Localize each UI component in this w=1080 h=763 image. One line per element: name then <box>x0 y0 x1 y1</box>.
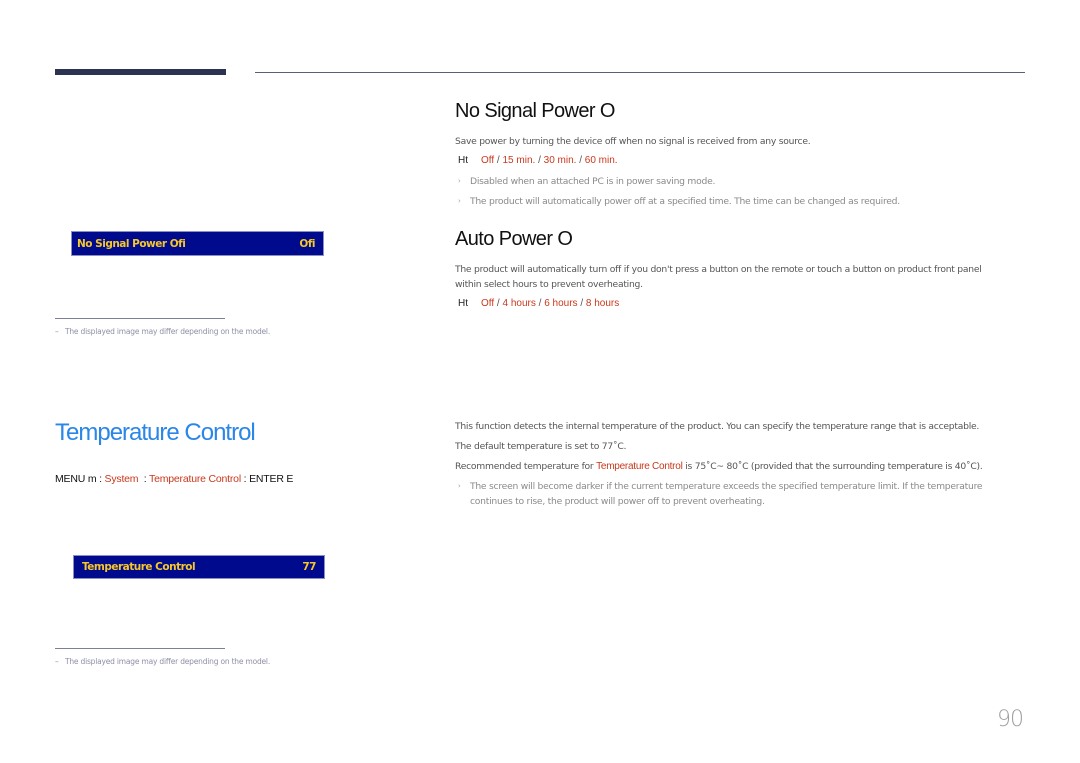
auto-power-description-1: The product will automatically turn off … <box>455 264 982 275</box>
no-signal-note-1: › Disabled when an attached PC is in powe… <box>458 176 716 187</box>
no-signal-note-2: › The product will automatically power of… <box>458 196 900 207</box>
note-bullet-icon: › <box>458 482 461 490</box>
option-off: Off <box>481 298 495 309</box>
menu-temperature-control: Temperature Control <box>149 473 241 485</box>
temperature-para-2: The default temperature is set to 77˚C. <box>455 441 627 452</box>
menu-key: MENU m <box>55 473 97 485</box>
temperature-control-highlight: Temperature Control <box>596 461 683 472</box>
osd-value: Ofi <box>299 237 315 250</box>
osd-no-signal-power-off: No Signal Power Ofi Ofi <box>71 231 324 256</box>
auto-power-description-2: within select hours to prevent overheati… <box>455 279 643 290</box>
menu-path: MENU m : System : Temperature Control : … <box>55 473 294 485</box>
dash-icon: – <box>55 327 59 336</box>
note-bullet-icon: › <box>458 197 461 205</box>
option-8-hours: 8 hours <box>585 298 620 309</box>
header-rule <box>255 72 1025 73</box>
option-15min: 15 min. <box>502 155 536 166</box>
temperature-note-1: › The screen will become darker if the cu… <box>458 481 983 492</box>
menu-enter: ENTER E <box>249 473 294 485</box>
option-6-hours: 6 hours <box>544 298 578 309</box>
temperature-para-3: Recommended temperature for Temperature … <box>455 461 983 472</box>
no-signal-description: Save power by turning the device off whe… <box>455 136 811 147</box>
dash-icon: – <box>55 657 59 666</box>
osd-label: No Signal Power Ofi <box>77 237 186 250</box>
no-signal-options: Ht Off / 15 min. / 30 min. / 60 min. <box>458 155 618 166</box>
no-signal-title: No Signal Power O <box>455 100 615 122</box>
page-number: 90 <box>997 707 1024 732</box>
osd-temperature-control: Temperature Control 77 <box>73 555 325 579</box>
footnote-rule <box>55 648 225 649</box>
auto-power-options: Ht Off / 4 hours / 6 hours / 8 hours <box>458 298 620 309</box>
footnote-bottom: – The displayed image may differ dependin… <box>55 657 271 666</box>
header-accent-bar <box>55 69 226 75</box>
footnote-top: – The displayed image may differ dependin… <box>55 327 271 336</box>
auto-power-title: Auto Power O <box>455 228 573 250</box>
option-4-hours: 4 hours <box>502 298 536 309</box>
temperature-para-1: This function detects the internal tempe… <box>455 421 980 432</box>
temperature-control-title: Temperature Control <box>55 419 256 446</box>
osd-label: Temperature Control <box>82 561 196 573</box>
options-prefix: Ht <box>458 298 468 309</box>
option-30min: 30 min. <box>543 155 577 166</box>
options-prefix: Ht <box>458 155 468 166</box>
option-off: Off <box>481 155 495 166</box>
footnote-rule <box>55 318 225 319</box>
temperature-note-2: continues to rise, the product will powe… <box>470 496 765 507</box>
note-bullet-icon: › <box>458 177 461 185</box>
menu-system: System <box>104 473 139 485</box>
option-60min: 60 min. <box>584 155 618 166</box>
osd-value: 77 <box>302 561 316 573</box>
